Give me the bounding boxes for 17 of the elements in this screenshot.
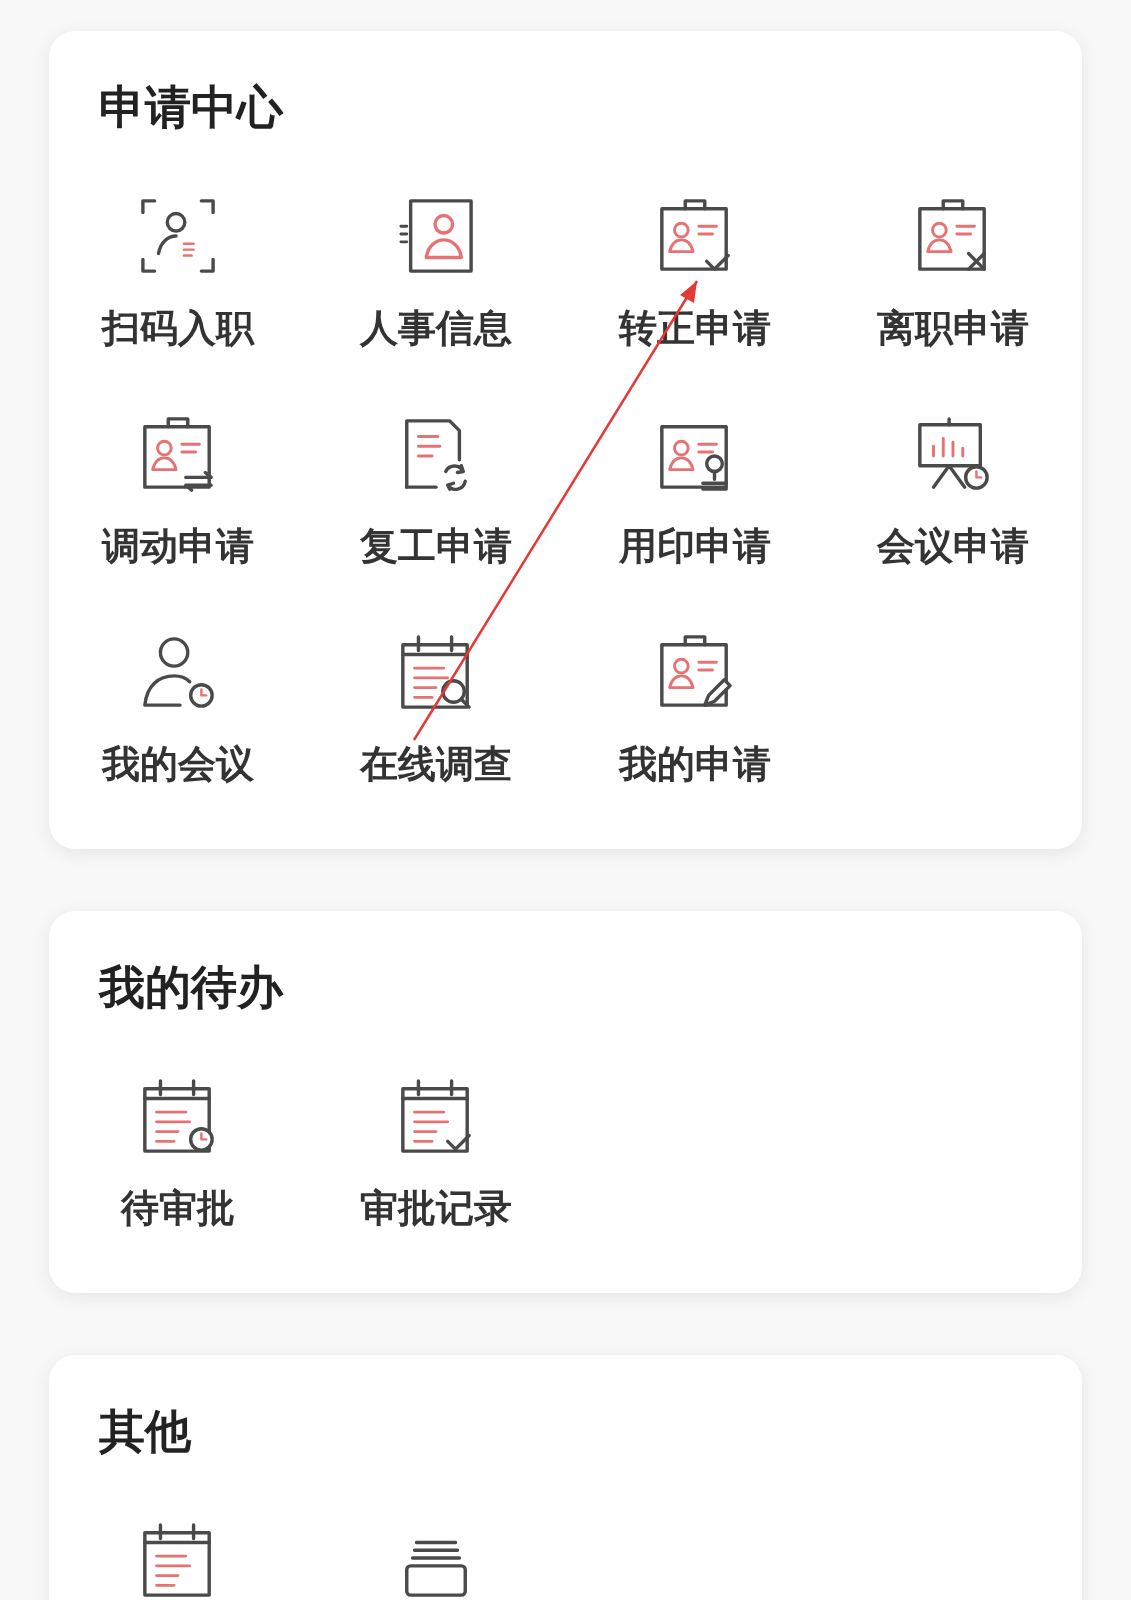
tile-label[interactable]: 在线调查 <box>360 741 513 787</box>
tile-label[interactable]: 我的会议 <box>102 741 255 787</box>
tile-label[interactable]: 调动申请 <box>102 523 255 569</box>
tile-label[interactable]: 用印申请 <box>618 523 771 569</box>
section-title: 申请中心 <box>98 79 285 135</box>
scan-person-icon[interactable] <box>139 197 218 275</box>
tile-label[interactable]: 会议申请 <box>876 523 1029 569</box>
tile-label[interactable]: 扫码入职 <box>102 305 255 351</box>
profile-card-icon[interactable] <box>397 197 476 275</box>
tile-label[interactable]: 复工申请 <box>360 523 513 569</box>
tile-label[interactable]: 待审批 <box>121 1185 236 1231</box>
tile-label[interactable]: 我的申请 <box>618 741 771 787</box>
tile-label[interactable]: 离职申请 <box>876 305 1029 351</box>
tile-label[interactable]: 人事信息 <box>360 305 513 351</box>
tile-label[interactable]: 审批记录 <box>360 1185 513 1231</box>
section-title: 我的待办 <box>97 959 285 1015</box>
section-title: 其他 <box>98 1403 192 1459</box>
